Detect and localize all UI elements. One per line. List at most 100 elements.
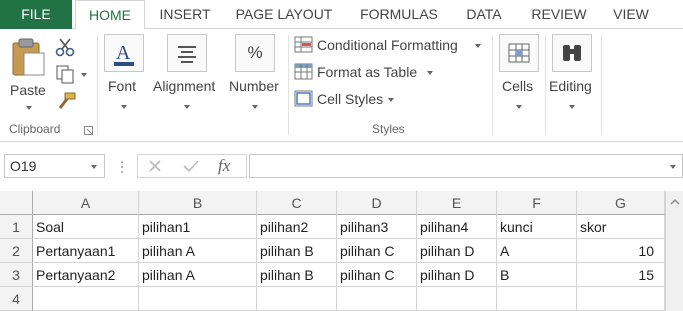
format-as-table-dropdown-icon xyxy=(427,71,433,75)
cell-a3[interactable]: Pertanyaan2 xyxy=(33,263,139,287)
number-dropdown-icon xyxy=(252,105,258,109)
font-label: Font xyxy=(108,78,137,94)
format-as-table-label: Format as Table xyxy=(317,64,418,80)
format-painter-icon[interactable] xyxy=(56,91,78,111)
editing-button[interactable]: Editing xyxy=(547,32,597,114)
column-header-f[interactable]: F xyxy=(497,191,577,215)
expand-formula-bar-icon[interactable] xyxy=(670,165,676,169)
cell-d2[interactable]: pilihan C xyxy=(337,239,417,263)
conditional-formatting-button[interactable]: Conditional Formatting xyxy=(294,35,486,57)
column-header-d[interactable]: D xyxy=(337,191,417,215)
cell-c4[interactable] xyxy=(257,287,337,311)
spreadsheet-grid: A B C D E F G 1 2 3 4 Soal pilihan1 pili… xyxy=(0,191,683,311)
column-header-g[interactable]: G xyxy=(577,191,665,215)
enter-check-icon[interactable] xyxy=(182,158,200,174)
tab-formulas[interactable]: FORMULAS xyxy=(350,0,448,29)
alignment-button[interactable]: Alignment xyxy=(151,32,223,114)
conditional-formatting-icon xyxy=(294,36,313,53)
cell-styles-dropdown-icon xyxy=(388,98,394,102)
cell-e4[interactable] xyxy=(417,287,497,311)
conditional-formatting-dropdown-icon xyxy=(475,44,481,48)
number-label: Number xyxy=(229,78,279,94)
drag-handle-icon[interactable] xyxy=(120,159,124,175)
scroll-up-icon[interactable] xyxy=(666,195,683,209)
cell-c2[interactable]: pilihan B xyxy=(257,239,337,263)
ribbon-separator xyxy=(97,35,98,135)
cell-f3[interactable]: B xyxy=(497,263,577,287)
column-header-a[interactable]: A xyxy=(33,191,139,215)
name-box-dropdown-icon[interactable] xyxy=(91,165,97,169)
paste-button[interactable]: Paste xyxy=(6,33,50,115)
cell-f1[interactable]: kunci xyxy=(497,215,577,239)
cells-button[interactable]: Cells xyxy=(497,32,541,114)
dialog-launcher-icon[interactable] xyxy=(84,126,93,135)
paste-label: Paste xyxy=(10,82,46,98)
cell-b1[interactable]: pilihan1 xyxy=(139,215,257,239)
tab-page-layout[interactable]: PAGE LAYOUT xyxy=(226,0,342,29)
cancel-icon[interactable] xyxy=(147,158,163,174)
cell-b2[interactable]: pilihan A xyxy=(139,239,257,263)
copy-icon[interactable] xyxy=(55,64,77,84)
cell-b3[interactable]: pilihan A xyxy=(139,263,257,287)
insert-function-icon[interactable]: fx xyxy=(218,156,230,176)
cell-g3[interactable]: 15 xyxy=(577,263,665,287)
select-all-corner[interactable] xyxy=(0,191,33,215)
cell-d1[interactable]: pilihan3 xyxy=(337,215,417,239)
number-format-icon: % xyxy=(235,34,275,72)
clipboard-group-label: Clipboard xyxy=(9,122,61,136)
formula-bar: O19 fx xyxy=(0,142,683,188)
cell-styles-label: Cell Styles xyxy=(317,91,384,107)
copy-dropdown-icon[interactable] xyxy=(81,73,87,77)
vertical-scrollbar[interactable] xyxy=(665,191,683,311)
column-header-c[interactable]: C xyxy=(257,191,337,215)
cell-c3[interactable]: pilihan B xyxy=(257,263,337,287)
tab-file[interactable]: FILE xyxy=(0,0,72,29)
editing-label: Editing xyxy=(549,78,592,94)
row-header-1[interactable]: 1 xyxy=(0,215,33,239)
ribbon-separator xyxy=(288,35,289,135)
ribbon-separator xyxy=(545,35,546,135)
column-header-b[interactable]: B xyxy=(139,191,257,215)
format-as-table-button[interactable]: Format as Table xyxy=(294,62,436,84)
tab-insert[interactable]: INSERT xyxy=(150,0,220,29)
cell-e2[interactable]: pilihan D xyxy=(417,239,497,263)
row-header-2[interactable]: 2 xyxy=(0,239,33,263)
number-button[interactable]: % Number xyxy=(227,32,285,114)
cell-a1[interactable]: Soal xyxy=(33,215,139,239)
tab-view[interactable]: VIEW xyxy=(604,0,658,29)
tab-data[interactable]: DATA xyxy=(455,0,513,29)
cell-g1[interactable]: skor xyxy=(577,215,665,239)
ribbon-tab-bar: FILE HOME INSERT PAGE LAYOUT FORMULAS DA… xyxy=(0,0,683,30)
cell-e1[interactable]: pilihan4 xyxy=(417,215,497,239)
formula-buttons: fx xyxy=(137,154,247,178)
name-box[interactable]: O19 xyxy=(4,154,105,178)
ribbon-separator xyxy=(601,35,602,135)
cell-d3[interactable]: pilihan C xyxy=(337,263,417,287)
font-button[interactable]: A Font xyxy=(103,32,145,114)
cut-icon[interactable] xyxy=(55,37,75,57)
cell-c1[interactable]: pilihan2 xyxy=(257,215,337,239)
row-header-4[interactable]: 4 xyxy=(0,287,33,311)
alignment-icon xyxy=(167,34,207,72)
cell-f4[interactable] xyxy=(497,287,577,311)
cell-a2[interactable]: Pertanyaan1 xyxy=(33,239,139,263)
cell-b4[interactable] xyxy=(139,287,257,311)
paste-dropdown-icon xyxy=(26,106,32,110)
cell-styles-button[interactable]: Cell Styles xyxy=(294,89,398,111)
cell-g2[interactable]: 10 xyxy=(577,239,665,263)
cell-e3[interactable]: pilihan D xyxy=(417,263,497,287)
clipboard-icon xyxy=(12,38,45,76)
cell-a4[interactable] xyxy=(33,287,139,311)
font-dropdown-icon xyxy=(121,105,127,109)
column-header-e[interactable]: E xyxy=(417,191,497,215)
tab-review[interactable]: REVIEW xyxy=(524,0,594,29)
tab-home[interactable]: HOME xyxy=(75,0,145,30)
cell-f2[interactable]: A xyxy=(497,239,577,263)
cell-g4[interactable] xyxy=(577,287,665,311)
styles-group-label: Styles xyxy=(372,122,405,136)
formula-input[interactable] xyxy=(249,154,683,178)
alignment-label: Alignment xyxy=(153,78,216,94)
cell-d4[interactable] xyxy=(337,287,417,311)
ribbon-separator xyxy=(492,35,493,135)
row-header-3[interactable]: 3 xyxy=(0,263,33,287)
